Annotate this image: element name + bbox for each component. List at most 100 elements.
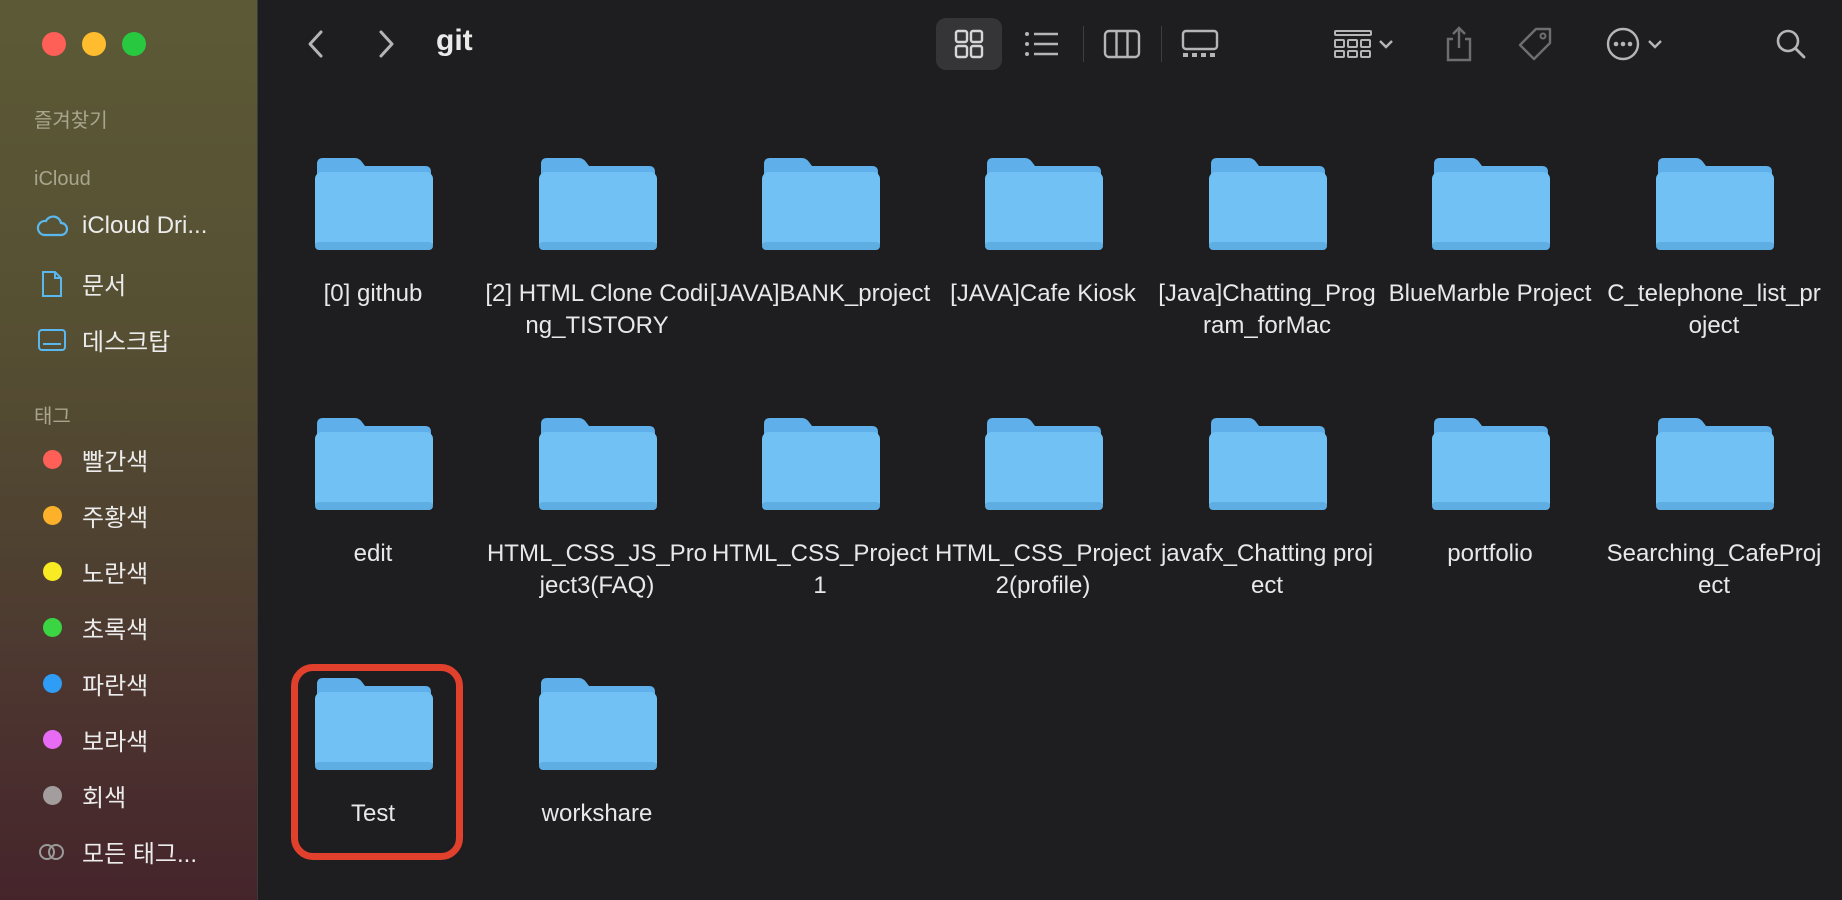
folder-icon [762,418,880,510]
folder-item[interactable]: [JAVA]BANK_project [708,150,932,310]
sidebar-section-icloud: iCloud [34,168,91,190]
list-view-icon [1025,32,1058,56]
main-content: git [0] github [2] HTML Clone Coding_TIS… [259,0,1842,900]
icon-view-button[interactable] [936,18,1002,70]
sidebar-item-icloud-drive[interactable]: iCloud Dri... [36,210,207,242]
search-button[interactable] [1769,18,1813,70]
chevron-down-icon [1379,40,1393,49]
tag-dot-icon [43,674,62,693]
folder-item[interactable]: HTML_CSS_Project1 [708,410,932,602]
folder-item[interactable]: Test [261,670,485,830]
sidebar-item-label: 파란색 [82,673,149,700]
folder-item[interactable]: [JAVA]Cafe Kiosk [931,150,1155,310]
share-button[interactable] [1437,18,1481,70]
sidebar-tag-gray[interactable]: 회색 [36,778,126,813]
sidebar-item-label: 노란색 [82,561,149,588]
folder-item[interactable]: HTML_CSS_JS_Project3(FAQ) [485,410,709,602]
sidebar-item-label: 보라색 [82,729,149,756]
folder-icon [1209,418,1327,510]
zoom-window-button[interactable] [122,32,146,56]
group-button[interactable] [1327,18,1401,70]
sidebar-tag-purple[interactable]: 보라색 [36,722,148,757]
more-actions-button[interactable] [1597,18,1671,70]
back-button[interactable] [299,18,333,70]
folder-label: [Java]Chatting_Program_forMac [1158,280,1376,339]
folder-icon [1209,158,1327,250]
sidebar-item-desktop[interactable]: 데스크탑 [36,322,170,357]
gallery-view-button[interactable] [1167,18,1233,70]
tag-dot-icon [43,786,62,805]
sidebar-item-label: 문서 [82,273,127,300]
folder-label: javafx_Chatting project [1160,540,1374,599]
folder-label: HTML_CSS_JS_Project3(FAQ) [486,540,708,599]
tag-dot-icon [43,730,62,749]
folder-icon [1656,418,1774,510]
folder-item[interactable]: edit [261,410,485,570]
sidebar-item-label: 데스크탑 [82,329,171,356]
window-controls [42,32,146,56]
close-window-button[interactable] [42,32,66,56]
window-title: git [436,24,473,57]
folder-item[interactable]: portfolio [1378,410,1602,570]
folder-icon [1432,418,1550,510]
folder-item[interactable]: HTML_CSS_Project2(profile) [931,410,1155,602]
cloud-icon [36,210,68,242]
sidebar-item-label: 회색 [82,785,127,812]
tag-dot-icon [43,562,62,581]
folder-label: HTML_CSS_Project1 [711,540,929,599]
folder-icon [315,418,433,510]
group-icon [1334,30,1372,58]
sidebar-tag-green[interactable]: 초록색 [36,610,148,645]
folder-item[interactable]: workshare [485,670,709,830]
folder-icon [985,158,1103,250]
sidebar: 즐겨찾기 iCloud iCloud Dri... 문서 데스크탑 태그 빨간색… [0,0,258,900]
tag-dot-icon [43,506,62,525]
desktop-icon [36,324,68,356]
chevron-down-icon [1648,40,1662,49]
folder-item[interactable]: BlueMarble Project [1378,150,1602,310]
folder-label: workshare [541,800,653,827]
sidebar-all-tags[interactable]: 모든 태그... [36,834,197,869]
tag-button[interactable] [1513,18,1557,70]
tag-icon [1518,27,1552,61]
forward-button[interactable] [369,18,403,70]
folder-icon [315,158,433,250]
gallery-view-icon [1181,29,1219,57]
sidebar-tag-orange[interactable]: 주황색 [36,498,148,533]
folder-item[interactable]: [2] HTML Clone Coding_TISTORY [485,150,709,342]
minimize-window-button[interactable] [82,32,106,56]
document-icon [36,268,68,300]
folder-icon [762,158,880,250]
folder-item[interactable]: Searching_CafeProject [1602,410,1826,602]
sidebar-section-favorites: 즐겨찾기 [34,110,108,132]
tag-dot-icon [43,618,62,637]
sidebar-item-label: 초록색 [82,617,149,644]
tag-dot-icon [43,450,62,469]
folder-icon [1432,158,1550,250]
forward-chevron-icon [379,30,394,58]
column-view-icon [1103,29,1141,59]
folder-label: [0] github [323,280,423,307]
sidebar-item-documents[interactable]: 문서 [36,266,126,301]
toolbar-separator [1161,26,1162,62]
sidebar-item-label: 빨간색 [82,449,149,476]
list-view-button[interactable] [1009,18,1075,70]
folder-item[interactable]: C_telephone_list_project [1602,150,1826,342]
folder-item[interactable]: [0] github [261,150,485,310]
sidebar-tag-red[interactable]: 빨간색 [36,442,148,477]
sidebar-tag-yellow[interactable]: 노란색 [36,554,148,589]
folder-label: Test [350,800,395,827]
all-tags-icon [36,836,68,868]
search-icon [1776,29,1806,59]
sidebar-item-label: 모든 태그... [82,841,197,868]
folder-icon [539,678,657,770]
folder-item[interactable]: javafx_Chatting project [1155,410,1379,602]
toolbar-separator [1083,26,1084,62]
folder-label: edit [353,540,393,567]
folder-item[interactable]: [Java]Chatting_Program_forMac [1155,150,1379,342]
column-view-button[interactable] [1091,18,1153,70]
sidebar-tag-blue[interactable]: 파란색 [36,666,148,701]
icon-view-icon [954,29,984,59]
share-icon [1446,26,1472,62]
folder-icon [1656,158,1774,250]
